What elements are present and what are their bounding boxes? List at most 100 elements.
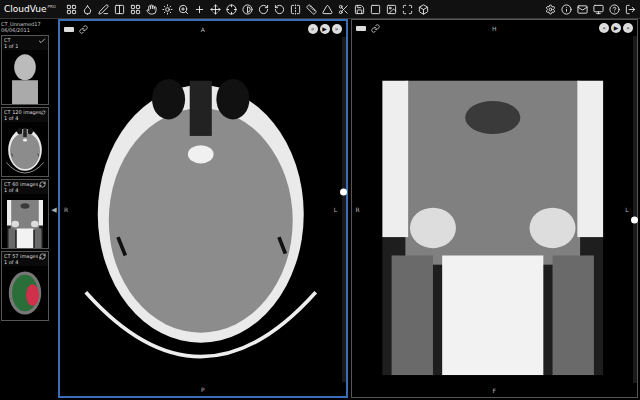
cut-icon[interactable] xyxy=(338,4,349,15)
cine-button[interactable]: » xyxy=(623,23,633,33)
thumbnail-header: CT1 of 1 xyxy=(2,36,48,50)
series-count: 1 of 4 xyxy=(4,259,38,265)
save-icon[interactable] xyxy=(354,4,365,15)
series-thumbnail[interactable]: CT 57 images1 of 4 xyxy=(1,251,49,321)
angle-icon[interactable] xyxy=(322,4,333,15)
series-thumbnail[interactable]: CT1 of 1 xyxy=(1,35,49,105)
thumbnail-scan xyxy=(2,50,48,104)
series-count: 1 of 4 xyxy=(4,115,41,121)
columns-icon[interactable] xyxy=(114,4,125,15)
viewer-app: CloudVuePROCT_Unnamed1706/06/2011CT1 of … xyxy=(0,0,640,400)
series-title: CT 120 images xyxy=(4,109,41,115)
viewport[interactable]: H«▶»RLF xyxy=(351,19,639,398)
gear-icon[interactable] xyxy=(545,4,556,15)
link-icon[interactable] xyxy=(79,25,88,34)
move-icon[interactable] xyxy=(210,4,221,15)
cine-button[interactable]: ▶ xyxy=(611,23,621,33)
thumbnail-header: CT 57 images1 of 4 xyxy=(2,252,48,266)
rotate-ccw-icon[interactable] xyxy=(274,4,285,15)
crosshair-icon[interactable] xyxy=(226,4,237,15)
contrast-icon[interactable] xyxy=(242,4,253,15)
scroll-track[interactable] xyxy=(342,37,346,382)
zoom-icon[interactable] xyxy=(178,4,189,15)
plus-icon[interactable] xyxy=(194,4,205,15)
maximize-icon[interactable] xyxy=(402,4,413,15)
thumbnail-image xyxy=(2,194,48,248)
pen-icon[interactable] xyxy=(98,4,109,15)
orientation-label: F xyxy=(493,387,496,394)
cine-button[interactable]: » xyxy=(332,24,342,34)
help-icon[interactable] xyxy=(609,4,620,15)
series-count: 1 of 1 xyxy=(4,43,18,49)
refresh-icon[interactable] xyxy=(39,181,46,188)
flip-icon[interactable] xyxy=(290,4,301,15)
series-sidebar: CT_Unnamed1706/06/2011 CT1 of 1 CT 120 ima… xyxy=(0,19,50,400)
image-area[interactable] xyxy=(72,37,330,382)
thumbnail-scan xyxy=(2,266,48,320)
layout-icon[interactable] xyxy=(64,27,74,32)
hand-icon[interactable] xyxy=(146,4,157,15)
logo: CloudVuePRO xyxy=(4,4,56,14)
cine-controls: «▶» xyxy=(497,23,634,33)
viewport-header: H«▶» xyxy=(352,20,638,36)
patient-info: CT_Unnamed1706/06/2011 xyxy=(1,21,49,33)
rotate-cw-icon[interactable] xyxy=(258,4,269,15)
droplet-icon[interactable] xyxy=(82,4,93,15)
refresh-icon[interactable] xyxy=(41,109,46,116)
image-area[interactable] xyxy=(364,36,622,383)
cine-button[interactable]: « xyxy=(308,24,318,34)
orientation-label: R xyxy=(64,206,68,213)
logout-icon[interactable] xyxy=(625,4,636,15)
monitor-icon[interactable] xyxy=(593,4,604,15)
cine-controls: «▶» xyxy=(205,24,342,34)
series-title: CT 57 images xyxy=(4,253,38,259)
thumbnail-image xyxy=(2,50,48,104)
scroll-track[interactable] xyxy=(633,36,637,383)
tool-group xyxy=(66,4,429,15)
grid-icon[interactable] xyxy=(66,4,77,15)
orientation-label: P xyxy=(201,386,205,393)
thumbnail-image xyxy=(2,122,48,176)
cine-button[interactable]: ▶ xyxy=(320,24,330,34)
orientation-label: A xyxy=(201,26,205,33)
orientation-label: L xyxy=(334,206,337,213)
series-thumbnail[interactable]: CT 60 images1 of 4 xyxy=(1,179,49,249)
info-icon[interactable] xyxy=(561,4,572,15)
layout-icon[interactable] xyxy=(130,4,141,15)
toolbar: CloudVuePRO xyxy=(0,0,640,19)
image-icon[interactable] xyxy=(386,4,397,15)
square-icon[interactable] xyxy=(370,4,381,15)
thumbnail-header: CT 60 images1 of 4 xyxy=(2,180,48,194)
orientation-label: H xyxy=(492,25,497,32)
ruler-icon[interactable] xyxy=(306,4,317,15)
orientation-label: R xyxy=(355,206,359,213)
ct-image xyxy=(72,37,330,382)
brightness-icon[interactable] xyxy=(162,4,173,15)
thumbnail-header: CT 120 images1 of 4 xyxy=(2,108,48,122)
thumbnail-scan xyxy=(2,122,48,176)
thumbnail-image xyxy=(2,266,48,320)
ct-image xyxy=(364,36,622,383)
viewports: A«▶»RLPH«▶»RLF xyxy=(58,19,640,400)
scroll-knob[interactable] xyxy=(340,189,347,196)
viewport[interactable]: A«▶»RLP xyxy=(58,19,348,398)
layout-icon[interactable] xyxy=(356,26,366,31)
series-count: 1 of 4 xyxy=(4,187,38,193)
cube-icon[interactable] xyxy=(418,4,429,15)
check-icon xyxy=(38,37,46,45)
viewport-header: A«▶» xyxy=(60,21,346,37)
link-icon[interactable] xyxy=(371,24,380,33)
patient-text: CT_Unnamed17 xyxy=(1,21,49,27)
cine-button[interactable]: « xyxy=(599,23,609,33)
thumbnail-scan xyxy=(2,194,48,248)
scroll-knob[interactable] xyxy=(631,216,638,223)
sidebar-toggle[interactable]: ◀ xyxy=(50,19,58,400)
series-thumbnail[interactable]: CT 120 images1 of 4 xyxy=(1,107,49,177)
orientation-label: L xyxy=(625,206,628,213)
series-title: CT 60 images xyxy=(4,181,38,187)
refresh-icon[interactable] xyxy=(39,253,46,260)
mail-icon[interactable] xyxy=(577,4,588,15)
series-title: CT xyxy=(4,37,18,43)
system-tools xyxy=(545,4,636,15)
patient-text: 06/06/2011 xyxy=(1,27,49,33)
